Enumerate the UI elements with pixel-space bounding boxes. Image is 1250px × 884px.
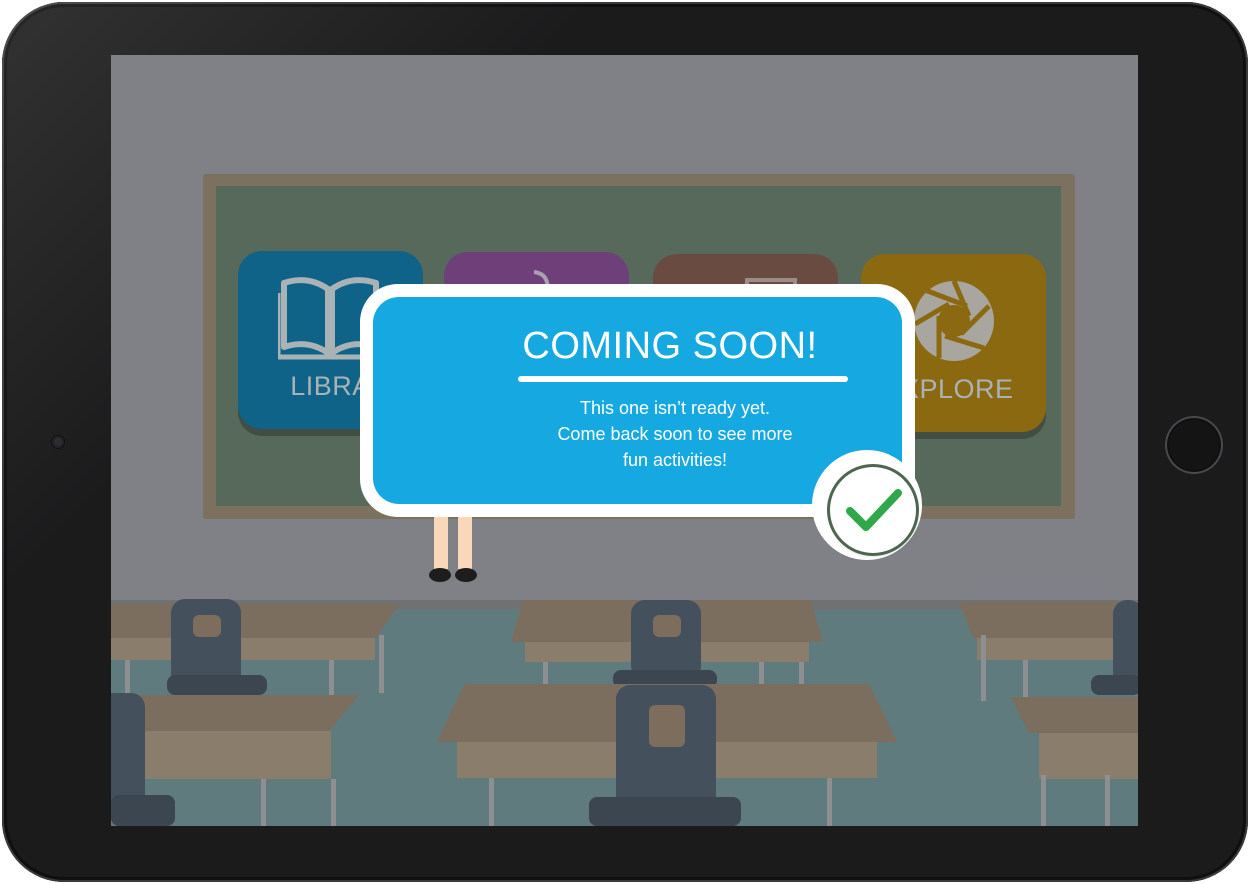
home-button[interactable] bbox=[1165, 416, 1223, 474]
desk bbox=[111, 695, 359, 731]
title-underline bbox=[518, 376, 848, 382]
chair bbox=[631, 600, 701, 680]
front-camera bbox=[52, 436, 64, 448]
desk-leg bbox=[981, 635, 986, 701]
desk-leg bbox=[379, 635, 384, 693]
desk-leg bbox=[489, 778, 494, 826]
desk-leg bbox=[1041, 775, 1046, 826]
chair-seat bbox=[1091, 675, 1138, 695]
desk-front bbox=[131, 731, 331, 779]
desk-leg bbox=[331, 779, 336, 826]
desk-leg bbox=[1105, 775, 1110, 826]
desk-leg bbox=[261, 779, 266, 826]
dialog-message-line: fun activities! bbox=[622, 450, 728, 470]
desk bbox=[111, 604, 399, 638]
chair-seat bbox=[589, 797, 741, 826]
checkmark-icon bbox=[846, 489, 902, 531]
chair-cutout bbox=[193, 615, 221, 637]
desk-leg bbox=[1023, 660, 1028, 700]
aperture-icon bbox=[913, 280, 994, 361]
chair-seat bbox=[167, 675, 267, 695]
desk-leg bbox=[827, 778, 832, 826]
desk-leg bbox=[329, 660, 334, 700]
desk-front bbox=[1039, 733, 1138, 779]
app-screen: LIBRA XPLORE COMING SOON! This one isn’t… bbox=[111, 55, 1138, 826]
chair-cutout bbox=[649, 705, 685, 747]
confirm-button[interactable] bbox=[830, 467, 916, 553]
desk bbox=[1011, 697, 1138, 733]
dialog-message-line: Come back soon to see more bbox=[557, 424, 793, 444]
chair-cutout bbox=[653, 615, 681, 637]
explore-tile-label: XPLORE bbox=[901, 374, 1014, 404]
dialog-message: This one isn’t ready yet. Come back soon… bbox=[515, 395, 835, 473]
desk-front bbox=[111, 638, 375, 660]
chair-seat bbox=[111, 795, 175, 826]
dialog-title: COMING SOON! bbox=[522, 325, 818, 367]
desk bbox=[959, 602, 1138, 638]
dialog-message-line: This one isn’t ready yet. bbox=[579, 398, 771, 418]
